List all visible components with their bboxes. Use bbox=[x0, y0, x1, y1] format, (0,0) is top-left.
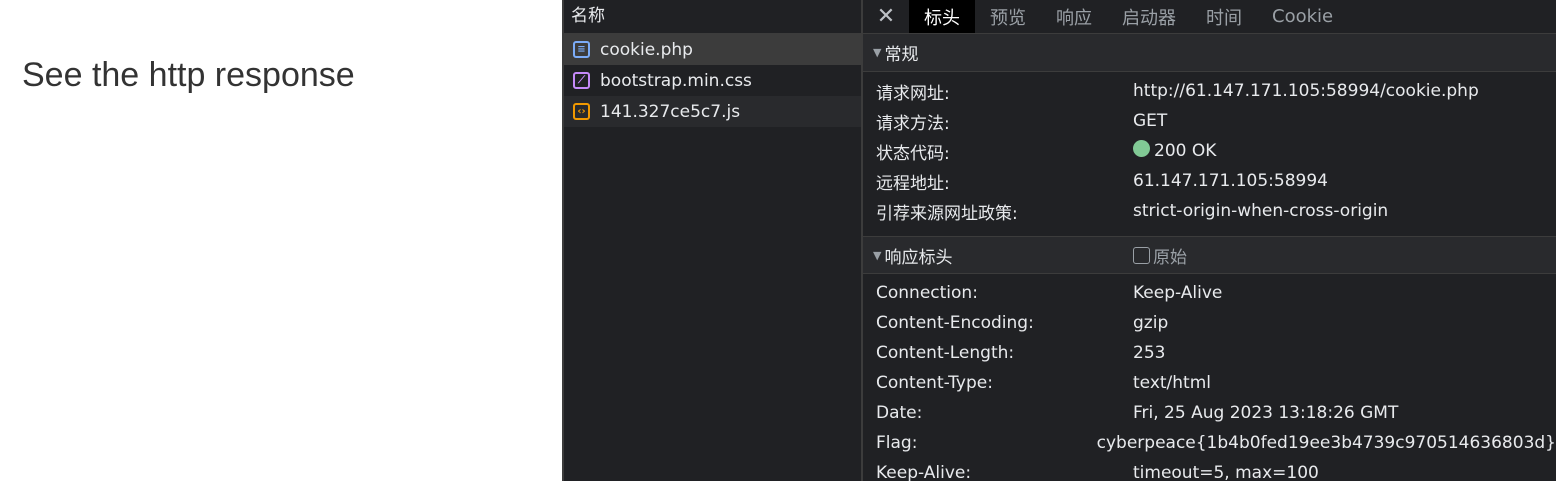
header-key: Keep-Alive: bbox=[876, 463, 972, 481]
header-value: 61.147.171.105:58994 bbox=[1133, 171, 1328, 191]
collapse-triangle-icon: ▼ bbox=[873, 248, 882, 262]
status-ok-icon bbox=[1133, 139, 1150, 157]
collapse-triangle-icon: ▼ bbox=[873, 46, 882, 59]
response-header-row: Keep-Alive: timeout=5, max=100 bbox=[863, 458, 1556, 481]
header-key: Flag: bbox=[876, 433, 918, 453]
request-name: cookie.php bbox=[600, 39, 693, 60]
section-title: 响应标头 bbox=[884, 247, 953, 268]
general-section-header[interactable]: ▼ 常规 bbox=[863, 34, 1556, 72]
header-key: 状态代码: bbox=[876, 143, 950, 164]
header-value: 200 OK bbox=[1154, 141, 1217, 161]
close-icon[interactable]: ✕ bbox=[863, 0, 909, 33]
header-key: Connection: bbox=[876, 283, 978, 303]
tab-cookie[interactable]: Cookie bbox=[1257, 0, 1348, 33]
header-value: 253 bbox=[1133, 343, 1166, 363]
response-header-row: Connection: Keep-Alive bbox=[863, 278, 1556, 308]
stylesheet-icon: ⟋ bbox=[573, 72, 590, 89]
header-value: cyberpeace{1b4b0fed19ee3b4739c9705146368… bbox=[1096, 433, 1556, 453]
request-list: 名称 ≡ cookie.php ⟋ bootstrap.min.css ‹› 1… bbox=[564, 0, 863, 481]
general-row-url: 请求网址: http://61.147.171.105:58994/cookie… bbox=[863, 76, 1556, 106]
tab-response[interactable]: 响应 bbox=[1041, 0, 1107, 33]
header-value: Fri, 25 Aug 2023 13:18:26 GMT bbox=[1133, 403, 1399, 423]
name-column-header[interactable]: 名称 bbox=[564, 0, 861, 34]
header-value: http://61.147.171.105:58994/cookie.php bbox=[1133, 81, 1479, 101]
header-key: 引荐来源网址政策: bbox=[876, 203, 1018, 224]
header-key: Content-Encoding: bbox=[876, 313, 1034, 333]
response-header-row: Date: Fri, 25 Aug 2023 13:18:26 GMT bbox=[863, 398, 1556, 428]
request-row-script[interactable]: ‹› 141.327ce5c7.js bbox=[564, 96, 861, 127]
header-value: timeout=5, max=100 bbox=[1133, 463, 1319, 481]
request-row-bootstrap[interactable]: ⟋ bootstrap.min.css bbox=[564, 65, 861, 96]
general-section: 请求网址: http://61.147.171.105:58994/cookie… bbox=[863, 72, 1556, 236]
tab-initiator[interactable]: 启动器 bbox=[1107, 0, 1191, 33]
header-key: Content-Length: bbox=[876, 343, 1015, 363]
devtools-panel: 名称 ≡ cookie.php ⟋ bootstrap.min.css ‹› 1… bbox=[562, 0, 1556, 481]
details-tabbar: ✕ 标头 预览 响应 启动器 时间 Cookie bbox=[863, 0, 1556, 34]
status-value: 200 OK bbox=[1133, 139, 1217, 161]
header-value: Keep-Alive bbox=[1133, 283, 1223, 303]
section-title: 常规 bbox=[884, 45, 919, 65]
response-header-row: Content-Length: 253 bbox=[863, 338, 1556, 368]
raw-toggle[interactable]: 原始 bbox=[1133, 243, 1187, 268]
header-key: Date: bbox=[876, 403, 923, 423]
header-value: strict-origin-when-cross-origin bbox=[1133, 201, 1389, 221]
raw-label: 原始 bbox=[1153, 247, 1187, 268]
raw-checkbox[interactable] bbox=[1133, 246, 1150, 264]
header-value: gzip bbox=[1133, 313, 1169, 333]
response-header-row: Content-Type: text/html bbox=[863, 368, 1556, 398]
request-name: bootstrap.min.css bbox=[600, 70, 752, 91]
script-icon: ‹› bbox=[573, 103, 590, 120]
header-value: text/html bbox=[1133, 373, 1212, 393]
tab-timing[interactable]: 时间 bbox=[1191, 0, 1257, 33]
general-row-status: 状态代码: 200 OK bbox=[863, 136, 1556, 166]
tab-headers[interactable]: 标头 bbox=[909, 0, 975, 33]
general-row-referrer: 引荐来源网址政策: strict-origin-when-cross-origi… bbox=[863, 196, 1556, 226]
request-name: 141.327ce5c7.js bbox=[600, 101, 741, 122]
response-header-row-flag: Flag: cyberpeace{1b4b0fed19ee3b4739c9705… bbox=[863, 428, 1556, 458]
header-key: 请求网址: bbox=[876, 83, 950, 104]
response-header-row: Content-Encoding: gzip bbox=[863, 308, 1556, 338]
header-key: 远程地址: bbox=[876, 173, 950, 194]
header-value: GET bbox=[1133, 111, 1168, 131]
document-icon: ≡ bbox=[573, 41, 590, 58]
page-message: See the http response bbox=[22, 56, 355, 94]
request-row-cookie[interactable]: ≡ cookie.php bbox=[564, 34, 861, 65]
general-row-remote: 远程地址: 61.147.171.105:58994 bbox=[863, 166, 1556, 196]
general-row-method: 请求方法: GET bbox=[863, 106, 1556, 136]
tab-preview[interactable]: 预览 bbox=[975, 0, 1041, 33]
header-key: 请求方法: bbox=[876, 113, 950, 134]
header-key: Content-Type: bbox=[876, 373, 993, 393]
response-headers-section: Connection: Keep-Alive Content-Encoding:… bbox=[863, 274, 1556, 481]
request-details: ✕ 标头 预览 响应 启动器 时间 Cookie ▼ 常规 请求网址: http… bbox=[863, 0, 1556, 481]
response-headers-section-header[interactable]: ▼ 响应标头 原始 bbox=[863, 236, 1556, 274]
